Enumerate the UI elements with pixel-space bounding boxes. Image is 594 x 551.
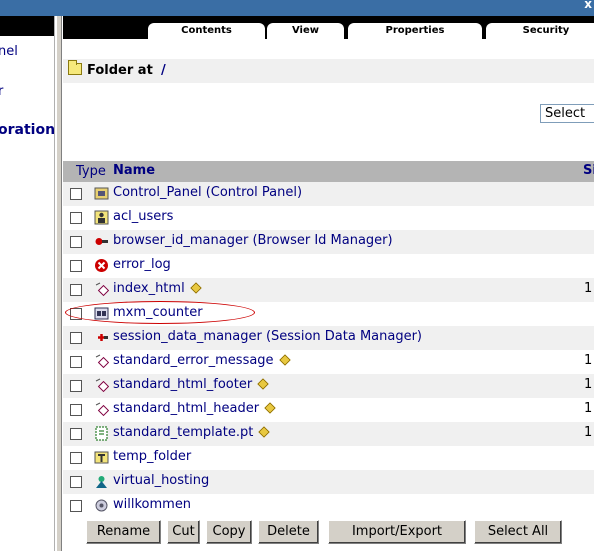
object-link[interactable]: acl_users [113, 209, 173, 224]
tab-security[interactable]: Security [486, 23, 594, 39]
object-link[interactable]: standard_template.pt [113, 425, 270, 440]
row-checkbox[interactable] [70, 476, 82, 488]
object-name: standard_html_header [113, 401, 260, 416]
dtml-method-icon [94, 282, 110, 297]
object-link[interactable]: session_data_manager (Session Data Manag… [113, 329, 422, 344]
table-header: Type Name Si [63, 161, 594, 182]
folder-icon [68, 60, 82, 75]
object-name: standard_html_footer [113, 377, 253, 392]
dtml-document-icon [94, 498, 109, 513]
table-row: index_html 1 [63, 278, 594, 302]
nav-link-corporation[interactable]: oration [0, 122, 54, 138]
row-checkbox[interactable] [70, 404, 82, 416]
object-link[interactable]: virtual_hosting [113, 473, 209, 488]
rename-button[interactable]: Rename [86, 520, 161, 544]
object-link[interactable]: browser_id_manager (Browser Id Manager) [113, 233, 393, 248]
object-link[interactable]: index_html [113, 281, 202, 296]
row-checkbox[interactable] [70, 428, 82, 440]
table-row: session_data_manager (Session Data Manag… [63, 326, 594, 350]
pencil-icon [278, 354, 291, 366]
tab-strip: Contents View Properties Security [63, 16, 594, 39]
object-name: standard_error_message [113, 353, 274, 368]
table-row: error_log [63, 254, 594, 278]
location-bar: Folder at / [63, 59, 594, 83]
pencil-icon [190, 282, 202, 294]
annotation-ellipse [65, 301, 255, 324]
object-size: 1 [584, 425, 593, 440]
object-size: 1 [584, 377, 593, 392]
column-type-header[interactable]: Type [76, 164, 106, 179]
row-checkbox[interactable] [70, 380, 82, 392]
nav-link-control-panel[interactable]: nel [0, 44, 18, 59]
tab-contents[interactable]: Contents [148, 23, 265, 39]
object-size: 1 [584, 401, 593, 416]
user-folder-icon [94, 210, 109, 225]
control-panel-icon [94, 186, 109, 201]
object-link[interactable]: standard_html_footer [113, 377, 269, 392]
session-data-manager-icon [94, 330, 109, 345]
object-link[interactable]: willkommen [113, 497, 191, 512]
error-log-icon [94, 258, 109, 273]
window-top-bar: x [0, 0, 594, 16]
object-name: standard_template.pt [113, 425, 254, 440]
object-size: 1 [584, 353, 593, 368]
nav-link-partial[interactable]: r [0, 84, 3, 99]
manage-main-frame: Contents View Properties Security Folder… [63, 16, 594, 551]
table-row: standard_html_footer 1 [63, 374, 594, 398]
navigation-frame: nel r oration [0, 16, 55, 551]
row-checkbox[interactable] [70, 188, 82, 200]
location-path-link[interactable]: / [161, 63, 166, 78]
select-all-button[interactable]: Select All [474, 520, 562, 544]
delete-button[interactable]: Delete [258, 520, 319, 544]
frame-divider[interactable] [56, 16, 62, 551]
location-label: Folder at [87, 63, 153, 78]
pencil-icon [257, 378, 269, 390]
dtml-method-icon [94, 354, 110, 369]
object-link[interactable]: Control_Panel (Control Panel) [113, 185, 302, 200]
add-object-select[interactable]: Select [540, 104, 594, 123]
dtml-method-icon [94, 402, 110, 417]
cut-button[interactable]: Cut [167, 520, 200, 544]
dtml-method-icon [94, 378, 110, 393]
table-row: virtual_hosting [63, 470, 594, 494]
close-icon[interactable]: x [584, 0, 592, 11]
temp-folder-icon [94, 450, 109, 465]
nav-header-bar [0, 16, 54, 36]
row-checkbox[interactable] [70, 260, 82, 272]
object-link[interactable]: standard_error_message [113, 353, 291, 368]
row-checkbox[interactable] [70, 212, 82, 224]
object-name: index_html [113, 281, 185, 296]
table-row: standard_error_message 1 [63, 350, 594, 374]
row-checkbox[interactable] [70, 452, 82, 464]
table-row: willkommen [63, 494, 594, 518]
object-link[interactable]: temp_folder [113, 449, 191, 464]
browser-id-manager-icon [94, 234, 109, 249]
virtual-host-monster-icon [94, 474, 109, 489]
table-row: Control_Panel (Control Panel) [63, 182, 594, 206]
object-link[interactable]: error_log [113, 257, 171, 272]
row-checkbox[interactable] [70, 356, 82, 368]
table-row: standard_template.pt 1 [63, 422, 594, 446]
table-row: temp_folder [63, 446, 594, 470]
object-link[interactable]: standard_html_header [113, 401, 276, 416]
page-template-icon [94, 426, 109, 441]
row-checkbox[interactable] [70, 332, 82, 344]
row-checkbox[interactable] [70, 236, 82, 248]
pencil-icon [258, 426, 270, 438]
tab-properties[interactable]: Properties [348, 23, 482, 39]
import-export-button[interactable]: Import/Export [328, 520, 466, 544]
row-checkbox[interactable] [70, 500, 82, 512]
copy-button[interactable]: Copy [206, 520, 252, 544]
table-row: browser_id_manager (Browser Id Manager) [63, 230, 594, 254]
table-row: standard_html_header 1 [63, 398, 594, 422]
row-checkbox[interactable] [70, 284, 82, 296]
tab-view[interactable]: View [267, 23, 344, 39]
pencil-icon [264, 402, 276, 414]
table-row: acl_users [63, 206, 594, 230]
column-size-header[interactable]: Si [583, 163, 594, 178]
object-size: 1 [584, 281, 593, 296]
column-name-header[interactable]: Name [113, 163, 155, 178]
